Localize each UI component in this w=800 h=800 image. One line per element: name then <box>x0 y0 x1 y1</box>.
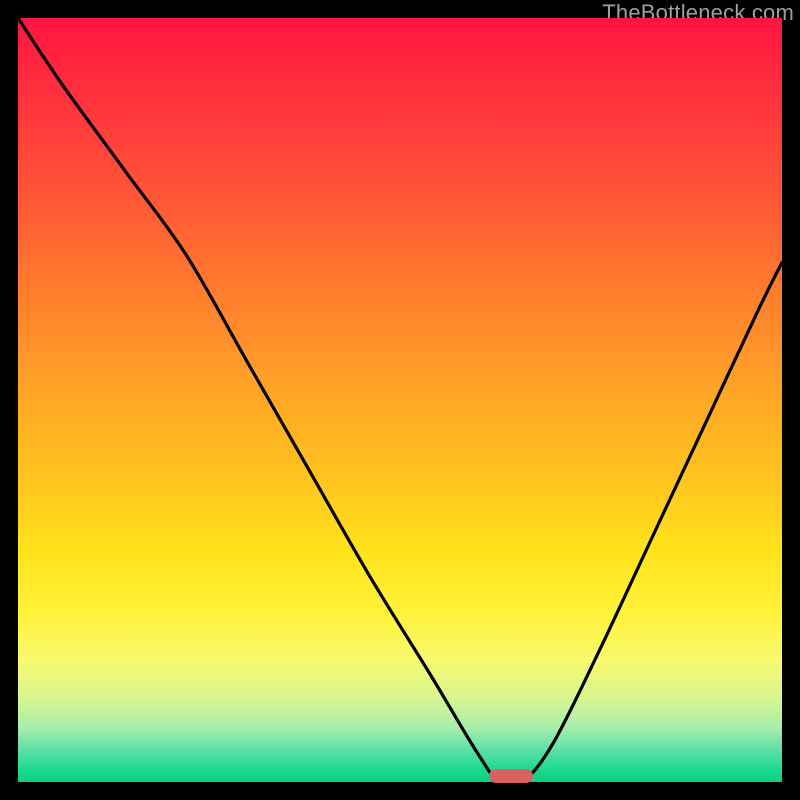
optimal-marker <box>489 769 533 783</box>
bottleneck-curve <box>18 18 782 782</box>
chart-frame: TheBottleneck.com <box>0 0 800 800</box>
plot-area <box>18 18 782 782</box>
